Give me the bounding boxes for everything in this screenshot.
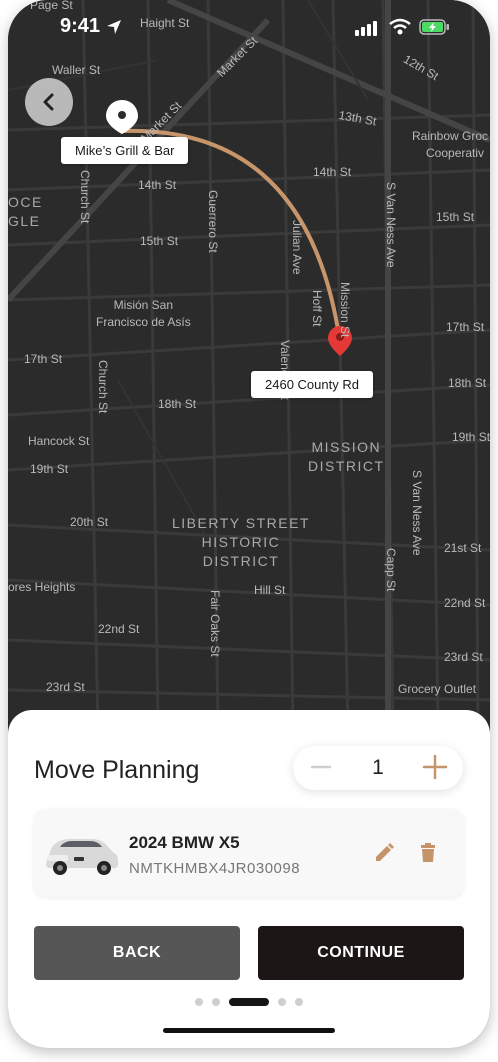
street-label: Church St: [96, 360, 110, 414]
street-label: 23rd St: [444, 650, 483, 664]
street-label: 14th St: [313, 165, 352, 179]
street-label: Waller St: [52, 63, 101, 77]
street-label: Hoff St: [310, 290, 324, 327]
street-label: 15th St: [436, 210, 475, 224]
street-label: 21st St: [444, 541, 482, 555]
quantity-value: 1: [372, 756, 384, 779]
street-label: 18th St: [448, 376, 487, 390]
page-dot-active: [229, 998, 269, 1006]
increment-button[interactable]: [421, 753, 449, 781]
plus-icon: [422, 754, 448, 780]
vehicle-card[interactable]: 2024 BMW X5 NMTKHMBX4JR030098: [34, 809, 464, 897]
place-label: MISSION DISTRICT: [308, 439, 385, 474]
sheet-title: Move Planning: [34, 756, 200, 784]
status-time: 9:41: [60, 15, 101, 37]
quantity-stepper: 1: [293, 746, 463, 790]
edit-vehicle-button[interactable]: [372, 841, 396, 865]
street-label: 23rd St: [46, 680, 85, 694]
delete-vehicle-button[interactable]: [416, 841, 440, 865]
street-label: 19th St: [452, 430, 490, 444]
page-dot: [212, 998, 220, 1006]
street-label: Grocery Outlet: [398, 682, 477, 696]
battery-charging-icon: [419, 19, 449, 35]
origin-label: Mike’s Grill & Bar: [61, 137, 189, 164]
chevron-left-icon: [43, 93, 54, 111]
map-roads: [8, 0, 490, 730]
street-label: Hill St: [254, 583, 286, 597]
street-label: 20th St: [70, 515, 109, 529]
street-label: 15th St: [140, 234, 179, 248]
vehicle-name: 2024 BMW X5: [129, 833, 240, 852]
street-label: 22nd St: [444, 596, 486, 610]
street-label: ores Heights: [8, 580, 76, 594]
destination-label: 2460 County Rd: [251, 371, 373, 398]
map-view[interactable]: Page St Haight St Waller St Market St Ma…: [8, 0, 490, 730]
street-label: Hancock St: [28, 434, 90, 448]
area-label: OCE: [8, 194, 43, 210]
wifi-icon: [389, 18, 411, 35]
street-label: S Van Ness Ave: [384, 182, 398, 268]
pencil-icon: [376, 843, 394, 861]
back-button[interactable]: BACK: [34, 926, 240, 980]
street-label: 17th St: [446, 320, 485, 334]
place-label: Misión San Francisco de Asís: [96, 298, 191, 329]
vehicle-vin: NMTKHMBX4JR030098: [129, 860, 301, 877]
trash-icon: [421, 843, 435, 862]
street-label: Mission St: [338, 282, 352, 338]
street-label: 17th St: [24, 352, 63, 366]
street-label: Capp St: [384, 548, 398, 592]
area-label: GLE: [8, 213, 41, 229]
street-label: Fair Oaks St: [208, 590, 222, 657]
home-indicator[interactable]: [163, 1028, 335, 1033]
street-label: 22nd St: [98, 622, 140, 636]
street-label: Cooperativ: [426, 146, 485, 160]
location-arrow-icon: [107, 20, 121, 34]
page-dot: [195, 998, 203, 1006]
phone-screen: Page St Haight St Waller St Market St Ma…: [8, 0, 490, 1048]
street-label: Church St: [78, 170, 92, 224]
cellular-signal-icon: [355, 21, 377, 36]
car-image: [46, 839, 118, 875]
continue-button[interactable]: CONTINUE: [258, 926, 464, 980]
place-label: LIBERTY STREET HISTORIC DISTRICT: [172, 515, 310, 569]
street-label: 18th St: [158, 397, 197, 411]
street-label: Guerrero St: [206, 190, 220, 253]
bottom-sheet: Move Planning 1 2024 BMW X5 NMTKHMBX4JR0…: [8, 710, 490, 1048]
street-label: Rainbow Groc: [412, 129, 489, 143]
page-dot: [278, 998, 286, 1006]
street-label: Julian Ave: [290, 220, 304, 275]
street-label: 14th St: [138, 178, 177, 192]
page-indicator: [8, 996, 490, 1008]
decrement-button[interactable]: [309, 755, 333, 779]
status-bar: 9:41: [8, 0, 490, 54]
street-label: S Van Ness Ave: [410, 470, 424, 556]
minus-icon: [310, 765, 332, 769]
page-dot: [295, 998, 303, 1006]
map-back-button[interactable]: [25, 78, 73, 126]
street-label: 19th St: [30, 462, 69, 476]
